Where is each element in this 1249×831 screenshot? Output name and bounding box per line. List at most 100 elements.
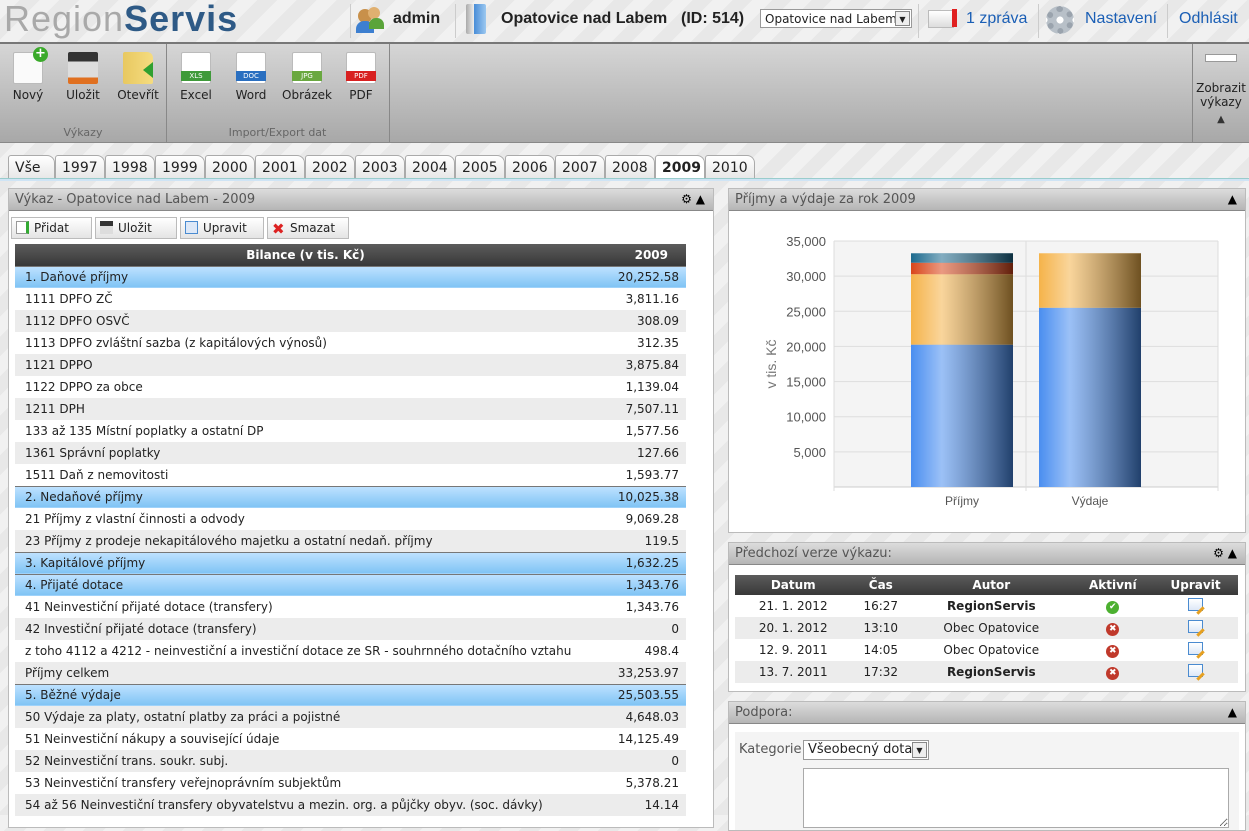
tab-2008[interactable]: 2008	[605, 155, 655, 179]
bar-segment[interactable]	[911, 262, 1013, 275]
tab-2003[interactable]: 2003	[355, 155, 405, 179]
tab-1998[interactable]: 1998	[105, 155, 155, 179]
edit-icon[interactable]	[1188, 664, 1204, 677]
settings-icon[interactable]: ⚙	[681, 192, 692, 206]
table-row[interactable]: 1211 DPH 7,507.11	[15, 398, 686, 420]
active-check-icon[interactable]: ✔	[1106, 601, 1120, 614]
new-button[interactable]: + Nový	[3, 47, 53, 102]
logout-link[interactable]: Odhlásit	[1179, 10, 1238, 28]
export-word-button[interactable]: DOC Word	[226, 52, 276, 102]
tab-underline	[0, 178, 1249, 181]
table-row[interactable]: 50 Výdaje za platy, ostatní platby za pr…	[15, 706, 686, 728]
section-row[interactable]: 3. Kapitálové příjmy 1,632.25	[15, 551, 686, 574]
collapse-icon[interactable]: ▲	[1196, 113, 1246, 127]
show-reports-button[interactable]: Zobrazit výkazy ▲	[1196, 52, 1246, 127]
edit-icon[interactable]	[1188, 620, 1204, 633]
mail-icon[interactable]	[928, 9, 957, 28]
open-button[interactable]: Otevřít	[113, 52, 163, 102]
tab-1997[interactable]: 1997	[55, 155, 105, 179]
bar-segment[interactable]	[911, 344, 1013, 487]
section-row[interactable]: 4. Přijaté dotace 1,343.76	[15, 573, 686, 596]
table-row[interactable]: 1121 DPPO 3,875.84	[15, 354, 686, 376]
row-label: Příjmy celkem	[15, 662, 596, 684]
tab-1999[interactable]: 1999	[155, 155, 205, 179]
bar-segment[interactable]	[911, 253, 1013, 263]
bar-segment[interactable]	[1039, 253, 1141, 308]
table-row[interactable]: 42 Investiční přijaté dotace (transfery)…	[15, 618, 686, 640]
table-row[interactable]: 1122 DPPO za obce 1,139.04	[15, 376, 686, 398]
edit-icon[interactable]	[1188, 642, 1204, 655]
table-row[interactable]: 133 až 135 Místní poplatky a ostatní DP 1…	[15, 420, 686, 442]
table-row[interactable]: Příjmy celkem 33,253.97	[15, 662, 686, 684]
row-value: 14.14	[596, 794, 686, 816]
row-label: z toho 4112 a 4212 - neinvestiční a inve…	[25, 644, 572, 658]
tab-2005[interactable]: 2005	[455, 155, 505, 179]
table-row[interactable]: z toho 4112 a 4212 - neinvestiční a inve…	[15, 640, 686, 662]
y-tick-label: 30,000	[786, 269, 826, 284]
table-row[interactable]: 41 Neinvestiční přijaté dotace (transfer…	[15, 596, 686, 618]
table-row[interactable]: 54 až 56 Neinvestiční transfery obyvatel…	[15, 794, 686, 816]
messages-link[interactable]: 1 zpráva	[966, 10, 1027, 28]
gear-icon[interactable]	[1046, 6, 1074, 34]
row-label: 50 Výdaje za platy, ostatní platby za pr…	[15, 706, 596, 728]
version-row[interactable]: 21. 1. 2012 16:27 RegionServis ✔	[735, 595, 1238, 617]
table-row[interactable]: 53 Neinvestiční transfery veřejnoprávním…	[15, 772, 686, 794]
table-row[interactable]: 1111 DPFO ZČ 3,811.16	[15, 288, 686, 310]
tab-2001[interactable]: 2001	[255, 155, 305, 179]
category-select[interactable]: Všeobecný dotaz ▼	[803, 740, 929, 760]
export-pdf-button[interactable]: PDF PDF	[336, 52, 386, 102]
municipality-select[interactable]: Opatovice nad Labem ▼	[760, 9, 912, 28]
panel-header: Předchozí verze výkazu: ⚙ ▲	[729, 543, 1245, 565]
edit-icon[interactable]	[1188, 598, 1204, 611]
settings-icon[interactable]: ⚙	[1213, 546, 1224, 560]
row-value: 9,069.28	[625, 512, 679, 526]
version-author: Obec Opatovice	[943, 643, 1040, 657]
delete-button[interactable]: ✖ Smazat	[267, 217, 349, 239]
row-label: 1361 Správní poplatky	[15, 442, 596, 464]
save-button[interactable]: Uložit	[95, 217, 177, 239]
export-image-button[interactable]: JPG Obrázek	[281, 52, 333, 102]
bar-segment[interactable]	[1039, 307, 1141, 487]
row-label: 2. Nedaňové příjmy	[15, 485, 596, 508]
tab-2007[interactable]: 2007	[555, 155, 605, 179]
version-row[interactable]: 13. 7. 2011 17:32 RegionServis ✖	[735, 661, 1238, 683]
collapse-icon[interactable]: ▲	[696, 192, 705, 206]
section-row[interactable]: 2. Nedaňové příjmy 10,025.38	[15, 485, 686, 508]
version-row[interactable]: 20. 1. 2012 13:10 Obec Opatovice ✖	[735, 617, 1238, 639]
tab-2010[interactable]: 2010	[705, 155, 755, 179]
table-row[interactable]: 1112 DPFO OSVČ 308.09	[15, 310, 686, 332]
collapse-icon[interactable]: ▲	[1228, 192, 1237, 206]
collapse-icon[interactable]: ▲	[1228, 705, 1237, 719]
add-button[interactable]: Přidat	[11, 217, 92, 239]
row-value: 308.09	[596, 310, 686, 332]
edit-button[interactable]: Upravit	[180, 217, 264, 239]
category-label: Kategorie	[739, 742, 802, 757]
table-row[interactable]: 23 Příjmy z prodeje nekapitálového majet…	[15, 530, 686, 552]
table-row[interactable]: 1511 Daň z nemovitosti 1,593.77	[15, 464, 686, 486]
support-message-input[interactable]	[803, 768, 1229, 828]
tab-vše[interactable]: Vše	[8, 155, 55, 179]
bar-segment[interactable]	[911, 274, 1013, 345]
inactive-x-icon[interactable]: ✖	[1106, 623, 1120, 636]
inactive-x-icon[interactable]: ✖	[1106, 645, 1120, 658]
collapse-icon[interactable]: ▲	[1228, 546, 1237, 560]
user-name[interactable]: admin	[393, 10, 440, 28]
save-button[interactable]: Uložit	[58, 52, 108, 102]
tab-2009[interactable]: 2009	[655, 155, 705, 180]
table-row[interactable]: 51 Neinvestiční nákupy a související úda…	[15, 728, 686, 750]
section-row[interactable]: 1. Daňové příjmy 20,252.58	[15, 265, 686, 288]
tab-2004[interactable]: 2004	[405, 155, 455, 179]
table-row[interactable]: 1361 Správní poplatky 127.66	[15, 442, 686, 464]
tab-2002[interactable]: 2002	[305, 155, 355, 179]
version-row[interactable]: 12. 9. 2011 14:05 Obec Opatovice ✖	[735, 639, 1238, 661]
table-row[interactable]: 52 Neinvestiční trans. soukr. subj. 0	[15, 750, 686, 772]
table-row[interactable]: 1113 DPFO zvláštní sazba (z kapitálových…	[15, 332, 686, 354]
table-row[interactable]: 21 Příjmy z vlastní činnosti a odvody 9,0…	[15, 508, 686, 530]
inactive-x-icon[interactable]: ✖	[1106, 667, 1120, 680]
tab-2000[interactable]: 2000	[205, 155, 255, 179]
section-row[interactable]: 5. Běžné výdaje 25,503.55	[15, 683, 686, 706]
export-excel-button[interactable]: XLS Excel	[171, 52, 221, 102]
settings-link[interactable]: Nastavení	[1085, 10, 1157, 28]
y-tick-label: 35,000	[786, 234, 826, 249]
tab-2006[interactable]: 2006	[505, 155, 555, 179]
